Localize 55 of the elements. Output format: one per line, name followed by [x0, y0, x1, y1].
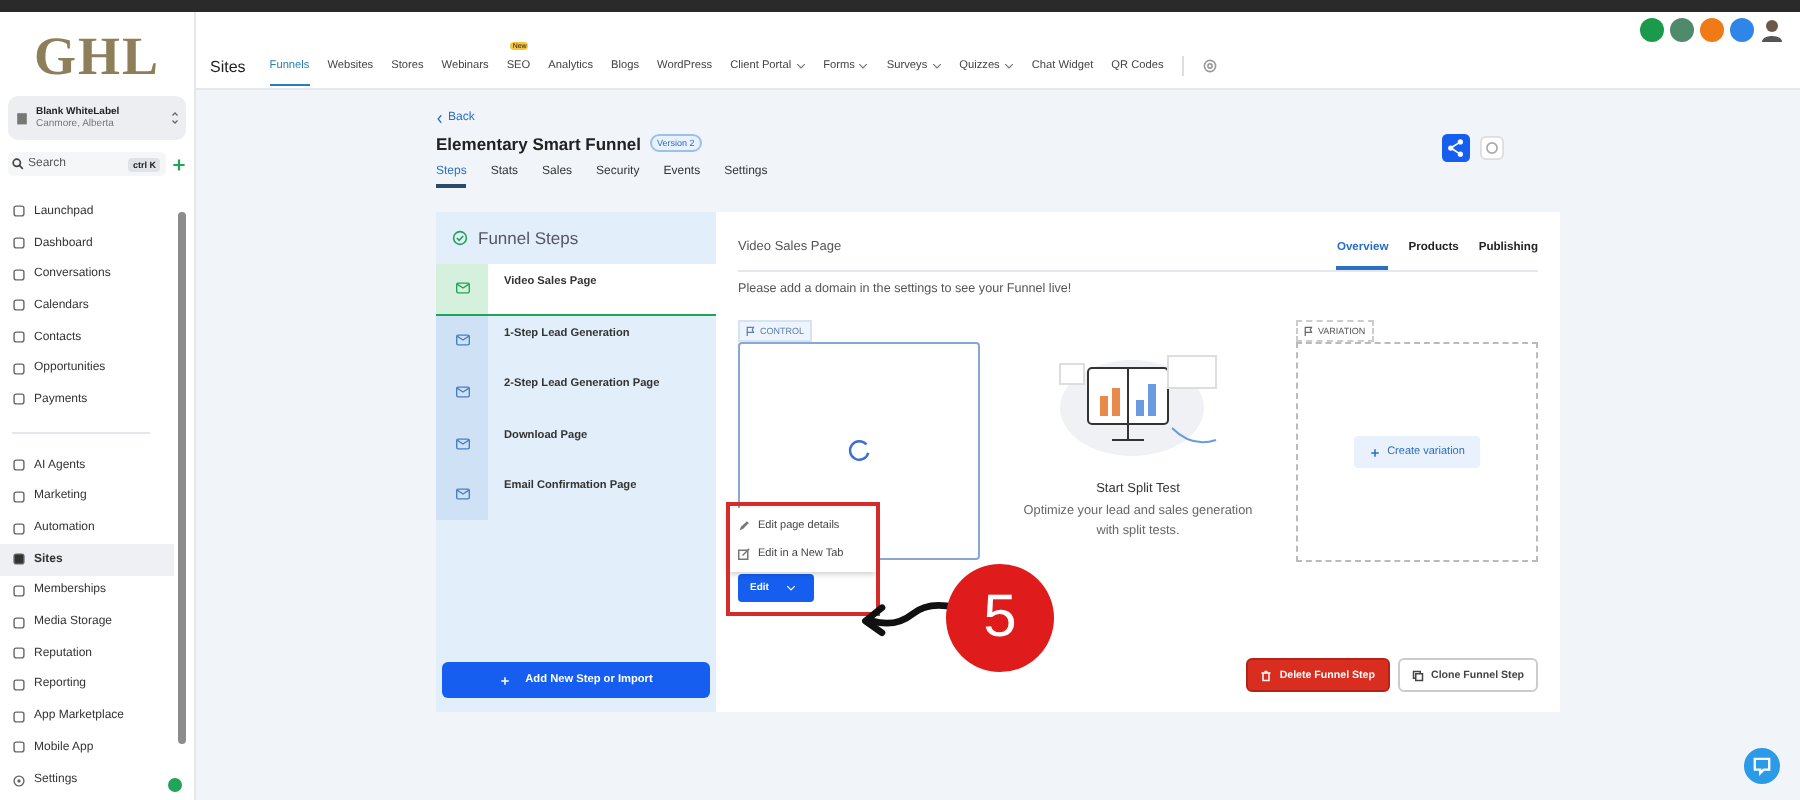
square-icon [12, 521, 26, 536]
search-icon [12, 158, 24, 170]
square-icon [12, 709, 26, 724]
info-button[interactable] [1480, 136, 1504, 160]
chevron-left-icon[interactable] [436, 113, 444, 123]
pencil-icon [738, 520, 750, 532]
spinner-icon [846, 438, 872, 464]
settings-icon[interactable] [1201, 58, 1218, 74]
square-icon [12, 677, 26, 692]
square-icon [12, 330, 26, 345]
mail-icon [455, 334, 469, 347]
mail-icon [455, 282, 469, 295]
panel-title: Funnel Steps [478, 228, 579, 248]
caret-icon [931, 61, 942, 69]
building-icon [14, 110, 30, 126]
caret-icon [786, 584, 797, 592]
square-icon [12, 552, 26, 567]
mail-icon [455, 437, 469, 450]
logo: GHL [31, 28, 162, 84]
flag-icon [746, 326, 756, 336]
square-icon [12, 204, 26, 219]
chat-widget-button[interactable] [1744, 748, 1780, 784]
square-icon [12, 583, 26, 598]
gear-icon [12, 773, 26, 788]
plus-icon [499, 675, 510, 685]
square-icon [12, 361, 26, 376]
status-dot [168, 778, 182, 792]
section-title: Sites [210, 57, 246, 75]
check-circle-icon [452, 230, 468, 246]
square-icon [12, 489, 26, 504]
caret-icon [1003, 61, 1014, 69]
square-icon [12, 267, 26, 282]
copy-icon [1411, 669, 1423, 681]
plus-icon [1369, 447, 1380, 457]
flag-icon [1304, 326, 1314, 336]
caret-icon [795, 61, 806, 69]
square-icon [12, 458, 26, 473]
square-icon [12, 615, 26, 630]
square-icon [12, 740, 26, 755]
square-icon [12, 236, 26, 251]
share-button[interactable] [1442, 134, 1470, 162]
trash-icon [1259, 669, 1272, 681]
sort-caret-icon [170, 110, 180, 126]
step-number-badge: 5 [946, 564, 1054, 672]
avatar[interactable] [1760, 18, 1784, 42]
add-icon[interactable] [172, 157, 186, 171]
square-icon [12, 392, 26, 407]
caret-icon [858, 61, 869, 69]
funnel-title: Elementary Smart Funnel [436, 133, 642, 153]
square-icon [12, 646, 26, 661]
square-icon [12, 298, 26, 313]
external-edit-icon [738, 548, 750, 560]
mail-icon [455, 385, 469, 398]
mail-icon [455, 488, 469, 501]
scrollbar[interactable] [178, 212, 186, 744]
